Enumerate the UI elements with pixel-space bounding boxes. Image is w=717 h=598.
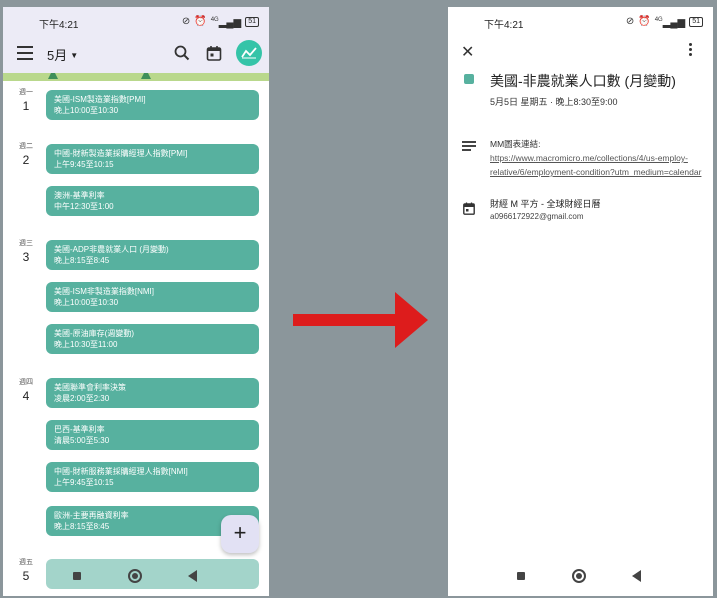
event-chip[interactable]: 美國-ISM製造業指數[PMI] 晚上10:00至10:30 (46, 90, 259, 120)
event-chip[interactable]: 中國-財新服務業採購經理人指數[NMI] 上午9:45至10:15 (46, 462, 259, 492)
event-chip[interactable]: 巴西-基準利率 清晨5:00至5:30 (46, 420, 259, 450)
mute-icon: ⊘ (181, 15, 191, 27)
day-label: 週四 4 (19, 379, 33, 403)
transition-arrow-icon (293, 292, 428, 348)
system-nav-bar (3, 556, 269, 596)
chart-link[interactable]: https://www.macromicro.me/collections/4/… (490, 153, 701, 177)
calendar-name: 財經 M 平方 - 全球財經日曆 (490, 199, 601, 209)
app-bar: 5月 ▼ (3, 35, 269, 73)
menu-icon[interactable] (17, 46, 33, 60)
search-icon[interactable] (173, 44, 191, 62)
event-color-indicator (464, 74, 474, 84)
month-label: 5月 (47, 48, 68, 63)
battery-icon: 51 (689, 16, 703, 27)
status-bar: 下午4:21 ⊘ ⏰ 4G▂▄▆ 51 (3, 7, 269, 35)
month-banner (3, 73, 269, 81)
avatar-icon[interactable] (236, 40, 262, 66)
event-chip[interactable]: 美國聯準會利率決策 凌晨2:00至2:30 (46, 378, 259, 408)
event-detail-screen: 下午4:21 ⊘ ⏰ 4G▂▄▆ 51 ✕ 美國-非農就業人口數 (月變動) 5… (448, 7, 713, 596)
back-button[interactable] (632, 570, 641, 582)
system-nav-bar (448, 556, 713, 596)
event-chip[interactable]: 中國-財新製造業採購經理人指數[PMI] 上午9:45至10:15 (46, 144, 259, 174)
home-button[interactable] (128, 569, 142, 583)
alarm-icon: ⏰ (638, 15, 651, 27)
day-label: 週一 1 (19, 89, 33, 113)
event-chip[interactable]: 美國-ISM非製造業指數[NMI] 晚上10:00至10:30 (46, 282, 259, 312)
day-label: 週二 2 (19, 143, 33, 167)
status-bar: 下午4:21 ⊘ ⏰ 4G▂▄▆ 51 (448, 7, 713, 35)
calendar-schedule-screen: 下午4:21 ⊘ ⏰ 4G▂▄▆ 51 5月 ▼ 週一 1 週二 2 週三 3 週四 4 … (3, 7, 269, 596)
notes-icon (462, 141, 476, 151)
recents-button[interactable] (517, 572, 525, 580)
event-chip[interactable]: 美國-ADP非農就業人口 (月變動) 晚上8:15至8:45 (46, 240, 259, 270)
calendar-owner-email: a0966172922@gmail.com (490, 212, 584, 221)
event-title: 美國-非農就業人口數 (月變動) (490, 73, 676, 89)
home-button[interactable] (572, 569, 586, 583)
event-chip[interactable]: 美國-原油庫存(週變動) 晚上10:30至11:00 (46, 324, 259, 354)
day-label: 週三 3 (19, 240, 33, 264)
close-icon[interactable]: ✕ (461, 42, 474, 62)
event-datetime: 5月5日 星期五 · 晚上8:30至9:00 (490, 97, 618, 107)
add-event-button[interactable]: + (221, 515, 259, 553)
status-time: 下午4:21 (484, 20, 524, 31)
caret-down-icon: ▼ (70, 51, 79, 60)
back-button[interactable] (188, 570, 197, 582)
battery-icon: 51 (245, 16, 259, 27)
status-time: 下午4:21 (39, 20, 79, 31)
event-description: MM圖表連結: https://www.macromicro.me/collec… (490, 139, 702, 177)
more-options-icon[interactable] (687, 43, 693, 57)
month-selector[interactable]: 5月 ▼ (47, 45, 78, 64)
alarm-icon: ⏰ (194, 15, 207, 27)
recents-button[interactable] (73, 572, 81, 580)
event-chip[interactable]: 澳洲-基準利率 中午12:30至1:00 (46, 186, 259, 216)
signal-icon: 4G▂▄▆ (654, 17, 686, 29)
mute-icon: ⊘ (625, 15, 635, 27)
calendar-icon (463, 202, 475, 215)
signal-icon: 4G▂▄▆ (210, 17, 242, 29)
calendar-today-icon[interactable] (205, 44, 223, 62)
